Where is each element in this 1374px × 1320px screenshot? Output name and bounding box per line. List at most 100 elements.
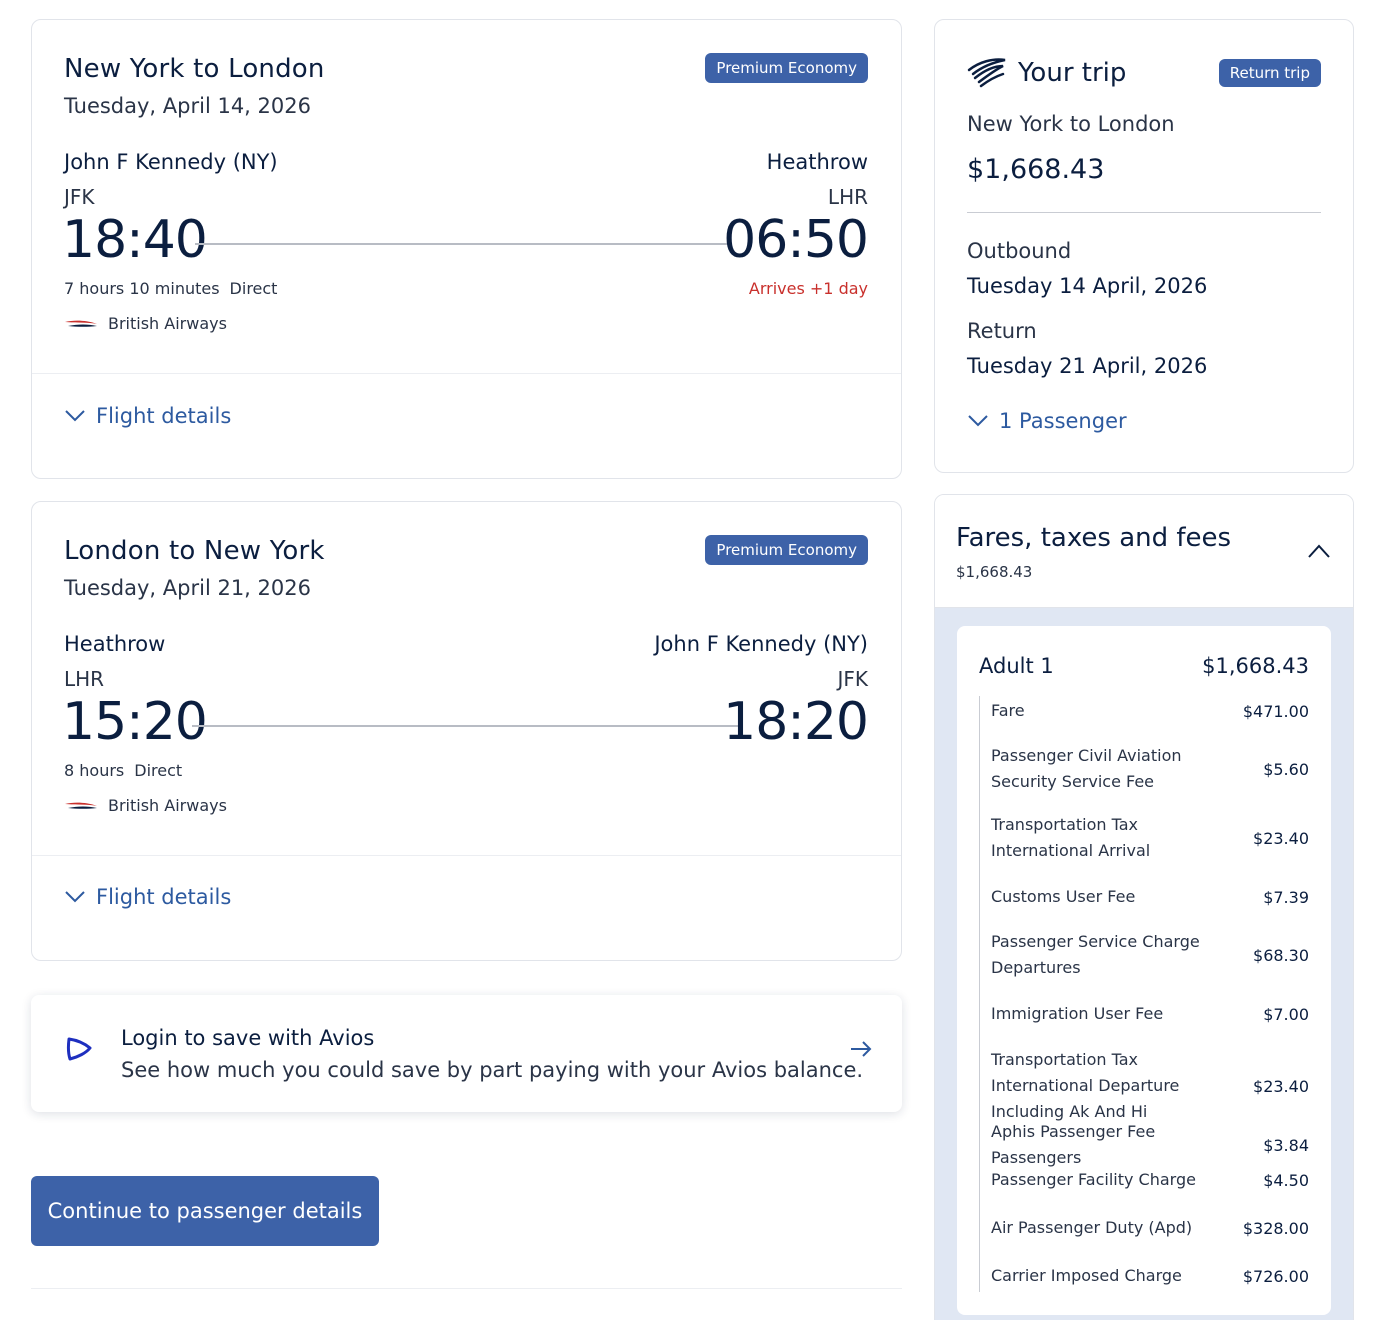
chevron-down-icon — [65, 410, 85, 422]
outbound-date: Tuesday 14 April, 2026 — [967, 274, 1208, 298]
fee-name: Air Passenger Duty (Apd) — [991, 1218, 1193, 1237]
flight-meta: 8 hours Direct — [64, 761, 182, 780]
fare-breakdown: Adult 1 $1,668.43 Fare $471.00 Passenger… — [957, 626, 1331, 1315]
flight-route-title: New York to London — [64, 54, 325, 84]
continue-button[interactable]: Continue to passenger details — [31, 1176, 379, 1246]
fee-row: Aphis Passenger Fee Passengers $3.84 — [991, 1119, 1309, 1171]
outbound-label: Outbound — [967, 239, 1072, 263]
passengers-label: 1 Passenger — [999, 409, 1127, 433]
fee-name: Transportation Tax International Departu… — [991, 1050, 1180, 1121]
flight-details-toggle[interactable]: Flight details — [64, 404, 231, 428]
airline-name: British Airways — [108, 796, 227, 815]
flight-meta: 7 hours 10 minutes Direct — [64, 279, 277, 298]
trip-divider — [967, 212, 1321, 213]
outbound-flight-card: New York to London Tuesday, April 14, 20… — [31, 19, 902, 479]
fee-row: Air Passenger Duty (Apd) $328.00 — [991, 1215, 1309, 1241]
fee-amount: $7.00 — [1263, 1004, 1309, 1024]
speedmarque-icon — [967, 58, 1006, 88]
fares-body: Adult 1 $1,668.43 Fare $471.00 Passenger… — [935, 608, 1353, 1320]
fee-amount: $68.30 — [1253, 945, 1309, 965]
return-date: Tuesday 21 April, 2026 — [967, 354, 1208, 378]
flight-duration: 7 hours 10 minutes — [64, 279, 220, 298]
trip-title: Your trip — [1018, 58, 1127, 88]
card-divider — [32, 373, 901, 374]
flight-route-title: London to New York — [64, 536, 325, 566]
fee-row: Transportation Tax International Arrival… — [991, 812, 1309, 864]
arrival-airport-code: LHR — [827, 185, 868, 209]
fares-total: $1,668.43 — [956, 563, 1033, 581]
fares-header[interactable]: Fares, taxes and fees $1,668.43 — [935, 495, 1353, 608]
flight-date: Tuesday, April 14, 2026 — [64, 94, 311, 118]
fee-name: Fare — [991, 701, 1025, 720]
operating-airline: British Airways — [64, 796, 227, 815]
chevron-down-icon — [65, 891, 85, 903]
fee-name: Passenger Facility Charge — [991, 1170, 1196, 1189]
arrival-airport-code: JFK — [837, 667, 868, 691]
arrow-right-icon[interactable] — [850, 1041, 872, 1057]
return-label: Return — [967, 319, 1037, 343]
fee-amount: $23.40 — [1253, 1076, 1309, 1096]
fee-row: Fare $471.00 — [991, 698, 1309, 724]
arrival-airport-name: John F Kennedy (NY) — [654, 632, 868, 656]
departure-time: 15:20 — [62, 692, 208, 752]
fee-name: Immigration User Fee — [991, 1004, 1164, 1023]
flight-date: Tuesday, April 21, 2026 — [64, 576, 311, 600]
flight-timeline — [195, 243, 729, 245]
fee-name: Carrier Imposed Charge — [991, 1266, 1182, 1285]
fee-row: Carrier Imposed Charge $726.00 — [991, 1263, 1309, 1289]
flight-timeline — [192, 725, 742, 727]
departure-airport-code: JFK — [64, 185, 95, 209]
fares-title: Fares, taxes and fees — [956, 523, 1232, 553]
arrival-time: 06:50 — [723, 210, 869, 270]
flight-details-label: Flight details — [96, 404, 232, 428]
flight-duration: 8 hours — [64, 761, 125, 780]
return-flight-card: London to New York Tuesday, April 21, 20… — [31, 501, 902, 961]
fee-name: Transportation Tax International Arrival — [991, 815, 1151, 860]
avios-login-card[interactable]: Login to save with Avios See how much yo… — [31, 995, 902, 1112]
fee-row: Transportation Tax International Departu… — [991, 1047, 1309, 1125]
fee-amount: $328.00 — [1242, 1218, 1309, 1238]
departure-time: 18:40 — [62, 210, 208, 270]
chevron-down-icon — [968, 415, 988, 427]
flight-details-label: Flight details — [96, 885, 232, 909]
avios-icon — [66, 1037, 92, 1061]
trip-summary-card: Your trip Return trip New York to London… — [934, 19, 1354, 473]
chevron-up-icon[interactable] — [1307, 543, 1331, 559]
fee-amount: $4.50 — [1263, 1170, 1309, 1190]
fee-row: Passenger Civil Aviation Security Servic… — [991, 743, 1309, 795]
fee-name: Customs User Fee — [991, 887, 1136, 906]
fee-name: Passenger Civil Aviation Security Servic… — [991, 746, 1182, 791]
fee-row: Customs User Fee $7.39 — [991, 884, 1309, 910]
flight-stops: Direct — [229, 279, 278, 298]
card-divider — [32, 855, 901, 856]
cabin-badge: Premium Economy — [705, 53, 868, 83]
fee-list-rail — [979, 696, 980, 1292]
trip-type-badge: Return trip — [1218, 59, 1321, 87]
departure-airport-name: Heathrow — [64, 632, 166, 656]
flight-stops: Direct — [134, 761, 183, 780]
departure-airport-code: LHR — [64, 667, 105, 691]
fee-row: Passenger Service Charge Departures $68.… — [991, 929, 1309, 981]
passengers-toggle[interactable]: 1 Passenger — [967, 409, 1127, 433]
british-airways-speedmarque-icon — [65, 802, 97, 809]
departure-airport-name: John F Kennedy (NY) — [64, 150, 278, 174]
trip-route: New York to London — [967, 112, 1175, 136]
fee-amount: $726.00 — [1242, 1266, 1309, 1286]
arrival-time: 18:20 — [723, 692, 869, 752]
fee-row: Immigration User Fee $7.00 — [991, 1001, 1309, 1027]
flight-details-toggle[interactable]: Flight details — [64, 885, 231, 909]
section-divider — [31, 1288, 902, 1289]
fee-amount: $471.00 — [1242, 701, 1309, 721]
fares-card: Fares, taxes and fees $1,668.43 Adult 1 … — [934, 494, 1354, 1320]
avios-subtitle: See how much you could save by part payi… — [121, 1058, 864, 1082]
airline-name: British Airways — [108, 314, 227, 333]
cabin-badge: Premium Economy — [705, 535, 868, 565]
fee-amount: $3.84 — [1263, 1135, 1309, 1155]
fee-name: Aphis Passenger Fee Passengers — [991, 1122, 1156, 1167]
avios-title: Login to save with Avios — [121, 1026, 375, 1050]
fee-amount: $7.39 — [1263, 887, 1309, 907]
fee-row: Passenger Facility Charge $4.50 — [991, 1167, 1309, 1193]
fee-name: Passenger Service Charge Departures — [991, 932, 1200, 977]
fee-amount: $5.60 — [1263, 759, 1309, 779]
adult-label: Adult 1 — [979, 654, 1054, 678]
